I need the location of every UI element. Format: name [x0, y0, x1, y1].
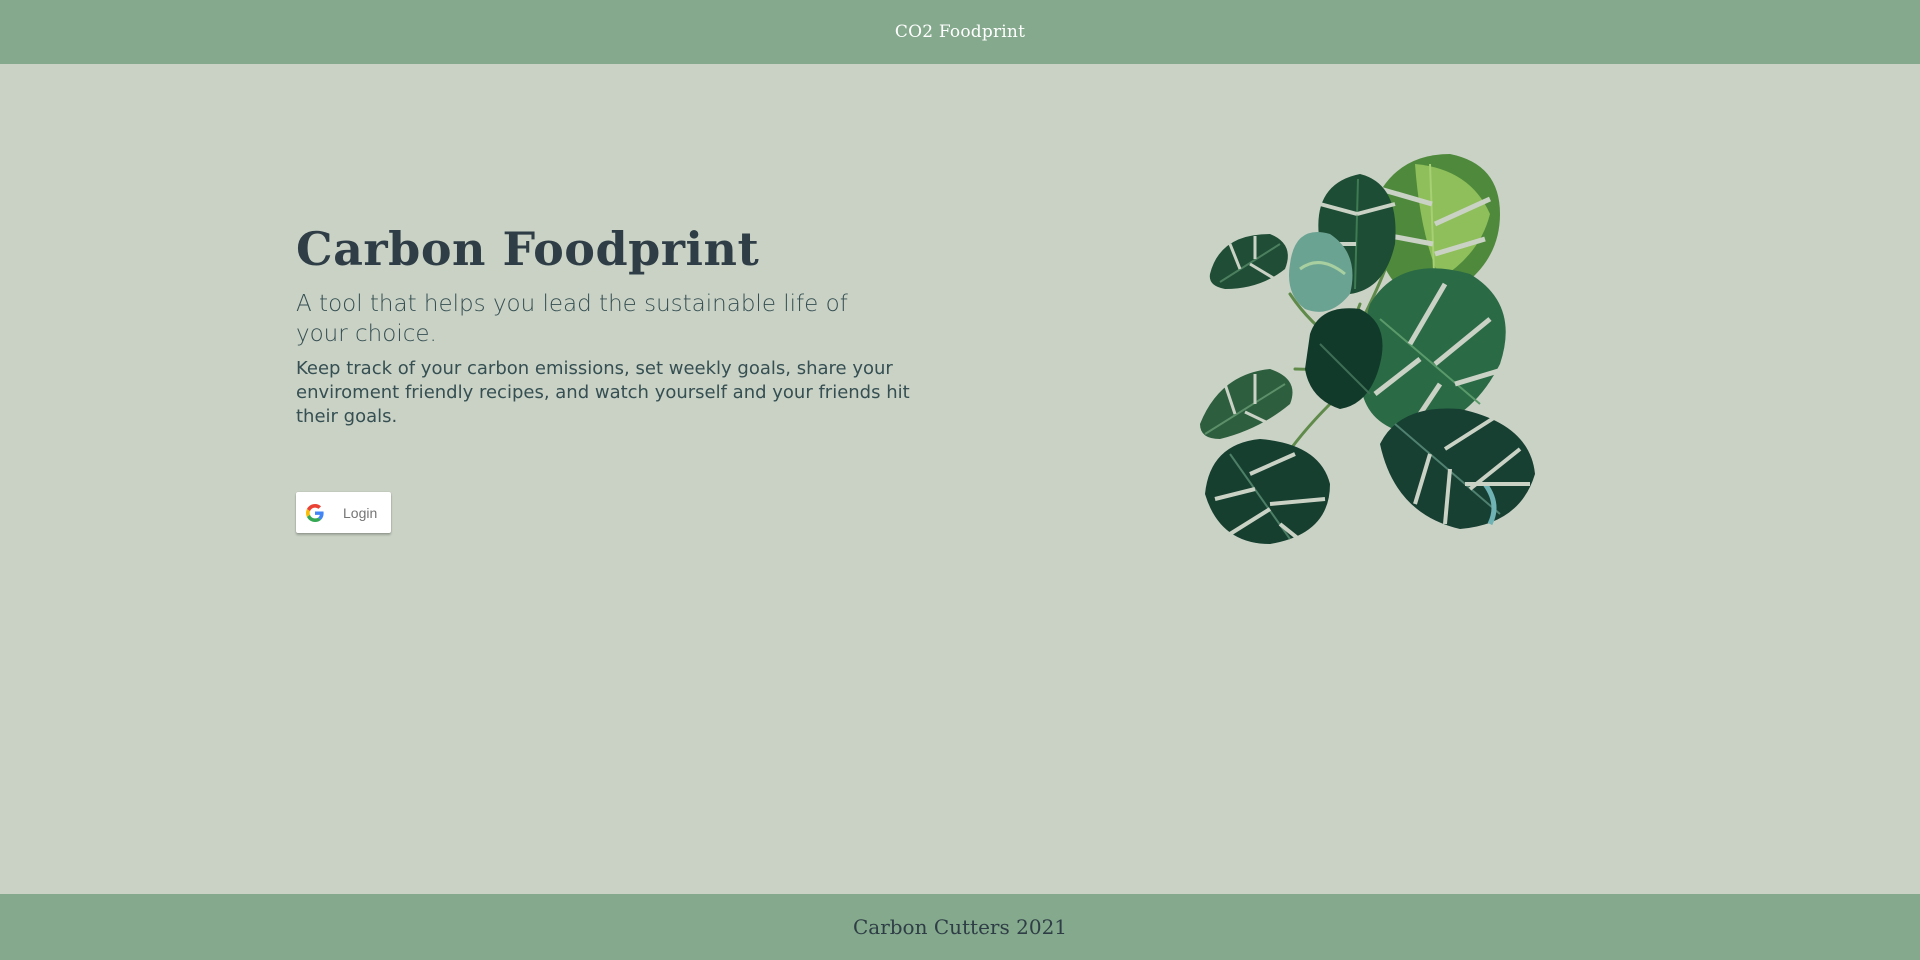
- leaf-mid-left: [1200, 369, 1293, 439]
- hero-title: Carbon Foodprint: [296, 222, 760, 276]
- footer: Carbon Cutters 2021: [0, 894, 1920, 960]
- top-navbar: CO2 Foodprint: [0, 0, 1920, 64]
- google-icon: [306, 503, 324, 522]
- leaf-small-left: [1209, 234, 1288, 289]
- hero-description: Keep track of your carbon emissions, set…: [296, 357, 910, 427]
- brand-title[interactable]: CO2 Foodprint: [895, 22, 1025, 42]
- main-content: Carbon Foodprint A tool that helps you l…: [0, 64, 1920, 894]
- login-button-label: Login: [343, 504, 378, 521]
- monstera-plant-illustration: [1200, 104, 1560, 546]
- google-login-button[interactable]: Login: [296, 492, 391, 533]
- leaf-bottom-right: [1380, 408, 1535, 529]
- leaf-bottom-left: [1205, 439, 1330, 546]
- hero-section: Carbon Foodprint A tool that helps you l…: [296, 224, 936, 429]
- footer-credit: Carbon Cutters 2021: [852, 915, 1068, 939]
- hero-subtitle: A tool that helps you lead the sustainab…: [296, 290, 848, 347]
